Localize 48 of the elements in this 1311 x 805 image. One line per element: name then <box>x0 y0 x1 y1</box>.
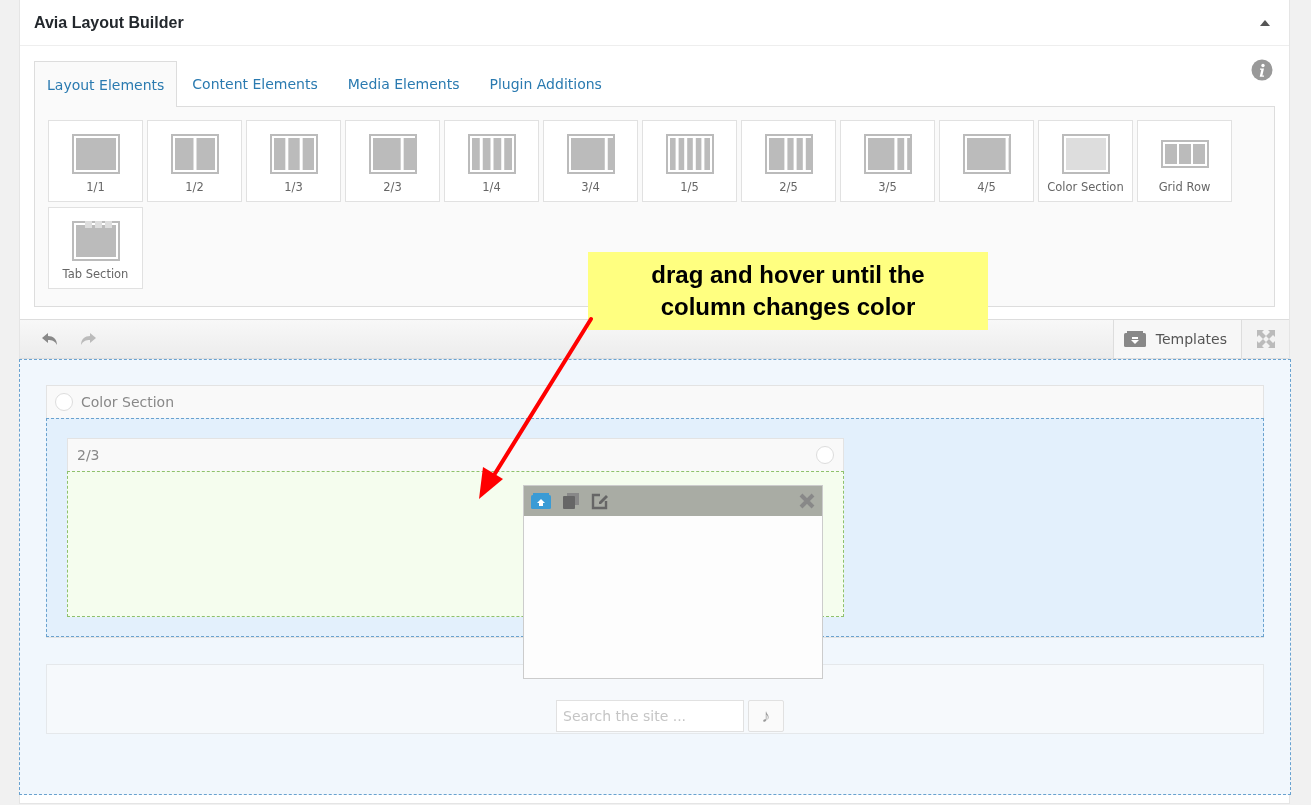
layout-element[interactable]: 3/4 <box>543 120 638 202</box>
columns-icon <box>71 134 120 174</box>
info-icon[interactable] <box>1251 59 1273 81</box>
layout-element[interactable]: 1/2 <box>147 120 242 202</box>
search-field[interactable]: Search the site ... <box>556 700 744 732</box>
layout-element[interactable]: Tab Section <box>48 207 143 289</box>
tab[interactable]: Plugin Additions <box>474 60 617 106</box>
folder-icon <box>1123 331 1146 347</box>
layout-element[interactable]: 2/5 <box>741 120 836 202</box>
layout-element[interactable]: 1/3 <box>246 120 341 202</box>
radio-circle[interactable] <box>55 393 73 411</box>
folder-icon[interactable] <box>531 493 551 509</box>
radio-circle[interactable] <box>816 446 834 464</box>
columns-icon <box>566 134 615 174</box>
layout-element[interactable]: 1/5 <box>642 120 737 202</box>
columns-icon <box>269 134 318 174</box>
columns-icon <box>170 134 219 174</box>
collapse-icon[interactable] <box>1259 18 1271 27</box>
tab-section-icon <box>71 221 120 261</box>
layout-element[interactable]: 2/3 <box>345 120 440 202</box>
templates-button[interactable]: Templates <box>1112 320 1241 358</box>
columns-icon <box>764 134 813 174</box>
edit-icon[interactable] <box>591 492 609 510</box>
columns-icon <box>368 134 417 174</box>
fullscreen-button[interactable] <box>1241 320 1289 358</box>
layout-element[interactable]: 1/4 <box>444 120 539 202</box>
expand-arrows-icon <box>1256 330 1275 348</box>
panel-title: Avia Layout Builder <box>34 13 184 32</box>
layout-element[interactable]: Grid Row <box>1137 120 1232 202</box>
column-title: 2/3 <box>77 447 100 463</box>
tab[interactable]: Layout Elements <box>34 61 178 107</box>
close-icon[interactable] <box>799 493 815 509</box>
copy-icon[interactable] <box>563 493 579 509</box>
redo-icon[interactable] <box>79 332 97 346</box>
layout-element[interactable]: 3/5 <box>840 120 935 202</box>
section-title: Color Section <box>81 394 175 410</box>
layout-element[interactable]: Color Section <box>1038 120 1133 202</box>
undo-icon[interactable] <box>41 332 59 346</box>
columns-icon <box>467 134 516 174</box>
layout-element[interactable]: 1/1 <box>48 120 143 202</box>
columns-icon <box>665 134 714 174</box>
section-icon <box>1061 134 1110 174</box>
columns-icon <box>962 134 1011 174</box>
layout-element[interactable]: 4/5 <box>939 120 1034 202</box>
tab[interactable]: Media Elements <box>332 60 475 106</box>
callout-note: drag and hover until the column changes color <box>588 252 988 330</box>
columns-icon <box>863 134 912 174</box>
tab[interactable]: Content Elements <box>177 60 333 106</box>
